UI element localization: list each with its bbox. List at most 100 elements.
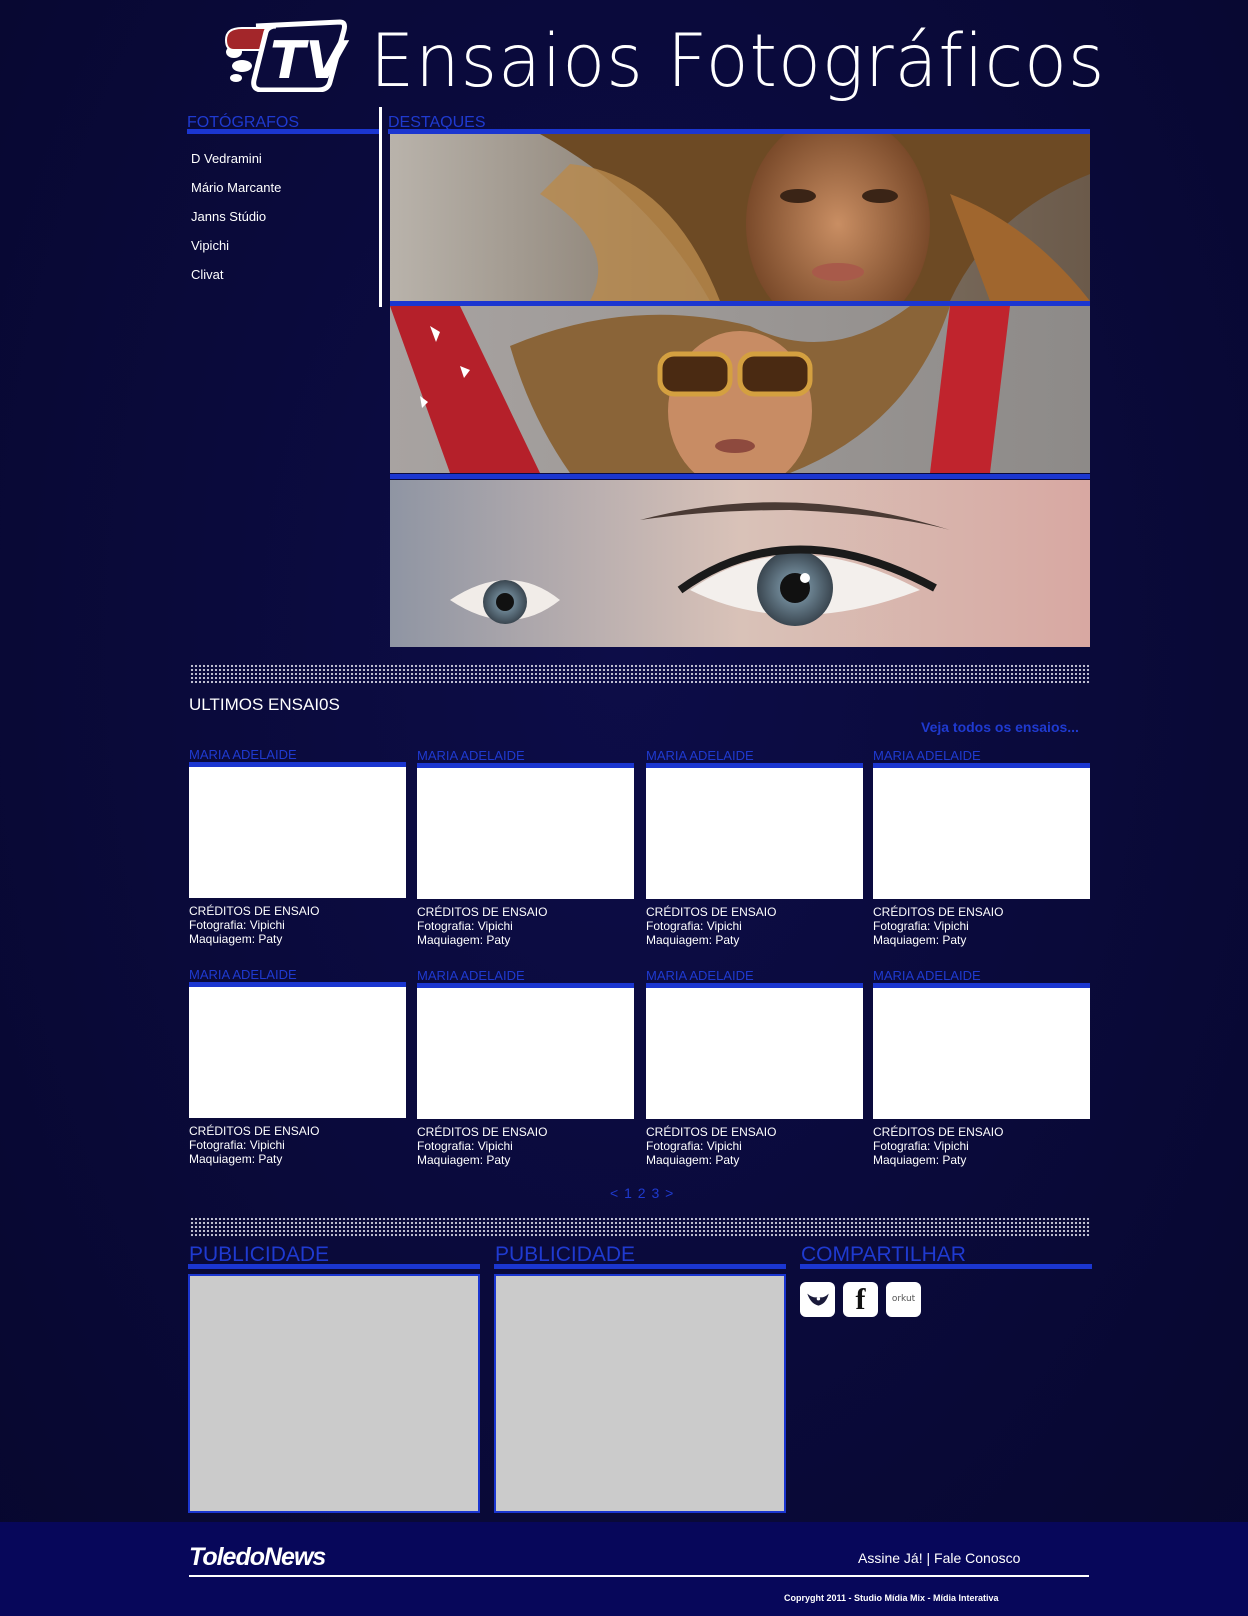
subscribe-link[interactable]: Assine Já! <box>858 1550 923 1566</box>
pagination: < 1 2 3 > <box>610 1185 674 1201</box>
pager-page[interactable]: 2 <box>638 1185 647 1201</box>
footer-rule <box>189 1575 1089 1577</box>
card-thumbnail[interactable] <box>873 988 1090 1119</box>
pager-next[interactable]: > <box>665 1185 674 1201</box>
credits-heading: CRÉDITOS DE ENSAIO <box>417 905 548 919</box>
credits-photo: Fotografia: Vipichi <box>189 1138 285 1152</box>
pager-prev[interactable]: < <box>610 1185 619 1201</box>
ad-bar <box>494 1264 786 1269</box>
credits-heading: CRÉDITOS DE ENSAIO <box>189 904 320 918</box>
photographer-link[interactable]: Vipichi <box>191 237 281 266</box>
copyright: Copryght 2011 - Studio Mídia Mix - Mídia… <box>784 1593 999 1603</box>
footer-separator: | <box>926 1550 931 1566</box>
photographers-bar <box>187 129 379 134</box>
ad-placeholder-2[interactable] <box>494 1274 786 1513</box>
session-card: MARIA ADELAIDE CRÉDITOS DE ENSAIO Fotogr… <box>417 969 634 1167</box>
credits-makeup: Maquiagem: Paty <box>646 1153 740 1167</box>
credits-photo: Fotografia: Vipichi <box>189 918 285 932</box>
session-card: MARIA ADELAIDE CRÉDITOS DE ENSAIO Fotogr… <box>189 748 406 946</box>
credits-heading: CRÉDITOS DE ENSAIO <box>873 905 1004 919</box>
highlight-banner-1[interactable] <box>390 134 1090 301</box>
credits-heading: CRÉDITOS DE ENSAIO <box>646 1125 777 1139</box>
credits-makeup: Maquiagem: Paty <box>646 933 740 947</box>
tv-logo[interactable]: TV <box>212 16 350 93</box>
credits-makeup: Maquiagem: Paty <box>417 1153 511 1167</box>
session-card: MARIA ADELAIDE CRÉDITOS DE ENSAIO Fotogr… <box>417 749 634 947</box>
credits-photo: Fotografia: Vipichi <box>873 919 969 933</box>
session-card: MARIA ADELAIDE CRÉDITOS DE ENSAIO Fotogr… <box>189 968 406 1166</box>
card-title[interactable]: MARIA ADELAIDE <box>189 968 406 982</box>
credits-makeup: Maquiagem: Paty <box>873 1153 967 1167</box>
card-title[interactable]: MARIA ADELAIDE <box>417 749 634 763</box>
footer: ToledoNews Assine Já! | Fale Conosco Cop… <box>0 1522 1248 1616</box>
card-credits: CRÉDITOS DE ENSAIO Fotografia: Vipichi M… <box>873 1125 1090 1167</box>
card-title[interactable]: MARIA ADELAIDE <box>873 749 1090 763</box>
page: TV Ensaios Fotográficos FOTÓGRAFOS D Ved… <box>0 0 1248 1616</box>
pager-page[interactable]: 3 <box>651 1185 660 1201</box>
card-credits: CRÉDITOS DE ENSAIO Fotografia: Vipichi M… <box>417 1125 634 1167</box>
banner-photo-1 <box>390 134 1090 301</box>
card-thumbnail[interactable] <box>189 987 406 1118</box>
highlight-banner-2[interactable] <box>390 306 1090 473</box>
credits-makeup: Maquiagem: Paty <box>189 932 283 946</box>
card-thumbnail[interactable] <box>189 767 406 898</box>
contact-link[interactable]: Fale Conosco <box>934 1550 1020 1566</box>
photographer-link[interactable]: Mário Marcante <box>191 179 281 208</box>
card-credits: CRÉDITOS DE ENSAIO Fotografia: Vipichi M… <box>189 1124 406 1166</box>
ad-bar <box>188 1264 480 1269</box>
session-card: MARIA ADELAIDE CRÉDITOS DE ENSAIO Fotogr… <box>873 969 1090 1167</box>
credits-heading: CRÉDITOS DE ENSAIO <box>189 1124 320 1138</box>
card-thumbnail[interactable] <box>417 988 634 1119</box>
card-thumbnail[interactable] <box>646 988 863 1119</box>
credits-heading: CRÉDITOS DE ENSAIO <box>417 1125 548 1139</box>
facebook-icon[interactable]: f <box>843 1282 878 1317</box>
banner-photo-2 <box>390 306 1090 473</box>
card-credits: CRÉDITOS DE ENSAIO Fotografia: Vipichi M… <box>646 905 863 947</box>
dotted-separator <box>190 1217 1090 1237</box>
card-credits: CRÉDITOS DE ENSAIO Fotografia: Vipichi M… <box>873 905 1090 947</box>
card-title[interactable]: MARIA ADELAIDE <box>189 748 406 762</box>
banner-divider <box>390 474 1090 479</box>
logo-text: TV <box>270 31 349 91</box>
session-card: MARIA ADELAIDE CRÉDITOS DE ENSAIO Fotogr… <box>873 749 1090 947</box>
photographer-link[interactable]: Janns Stúdio <box>191 208 281 237</box>
latest-heading: ULTIMOS ENSAI0S <box>189 695 340 714</box>
ad-placeholder-1[interactable] <box>188 1274 480 1513</box>
card-title[interactable]: MARIA ADELAIDE <box>646 749 863 763</box>
credits-heading: CRÉDITOS DE ENSAIO <box>646 905 777 919</box>
footer-brand[interactable]: ToledoNews <box>189 1543 326 1572</box>
pager-page[interactable]: 1 <box>624 1185 633 1201</box>
see-all-link[interactable]: Veja todos os ensaios... <box>921 719 1079 735</box>
photographer-link[interactable]: Clivat <box>191 266 281 295</box>
credits-photo: Fotografia: Vipichi <box>646 1139 742 1153</box>
card-thumbnail[interactable] <box>873 768 1090 899</box>
card-title[interactable]: MARIA ADELAIDE <box>417 969 634 983</box>
card-credits: CRÉDITOS DE ENSAIO Fotografia: Vipichi M… <box>646 1125 863 1167</box>
twitter-icon[interactable] <box>800 1282 835 1317</box>
credits-makeup: Maquiagem: Paty <box>417 933 511 947</box>
card-thumbnail[interactable] <box>417 768 634 899</box>
session-card: MARIA ADELAIDE CRÉDITOS DE ENSAIO Fotogr… <box>646 749 863 947</box>
credits-heading: CRÉDITOS DE ENSAIO <box>873 1125 1004 1139</box>
site-title: Ensaios Fotográficos <box>370 17 1106 105</box>
orkut-text: orkut <box>891 1294 916 1304</box>
photographer-link[interactable]: D Vedramini <box>191 150 281 179</box>
banner-photo-3 <box>390 480 1090 647</box>
session-card: MARIA ADELAIDE CRÉDITOS DE ENSAIO Fotogr… <box>646 969 863 1167</box>
photographers-list: D Vedramini Mário Marcante Janns Stúdio … <box>191 150 281 295</box>
facebook-letter: f <box>855 1282 866 1316</box>
card-title[interactable]: MARIA ADELAIDE <box>646 969 863 983</box>
card-thumbnail[interactable] <box>646 768 863 899</box>
tv-logo-icon: TV <box>224 19 349 93</box>
sidebar-divider <box>379 107 382 307</box>
orkut-icon[interactable]: orkut <box>886 1282 921 1317</box>
footer-links: Assine Já! | Fale Conosco <box>858 1550 1020 1566</box>
credits-makeup: Maquiagem: Paty <box>189 1152 283 1166</box>
credits-photo: Fotografia: Vipichi <box>417 1139 513 1153</box>
credits-photo: Fotografia: Vipichi <box>417 919 513 933</box>
highlight-banner-3[interactable] <box>390 480 1090 647</box>
credits-photo: Fotografia: Vipichi <box>873 1139 969 1153</box>
credits-makeup: Maquiagem: Paty <box>873 933 967 947</box>
share-bar <box>800 1264 1092 1269</box>
card-title[interactable]: MARIA ADELAIDE <box>873 969 1090 983</box>
